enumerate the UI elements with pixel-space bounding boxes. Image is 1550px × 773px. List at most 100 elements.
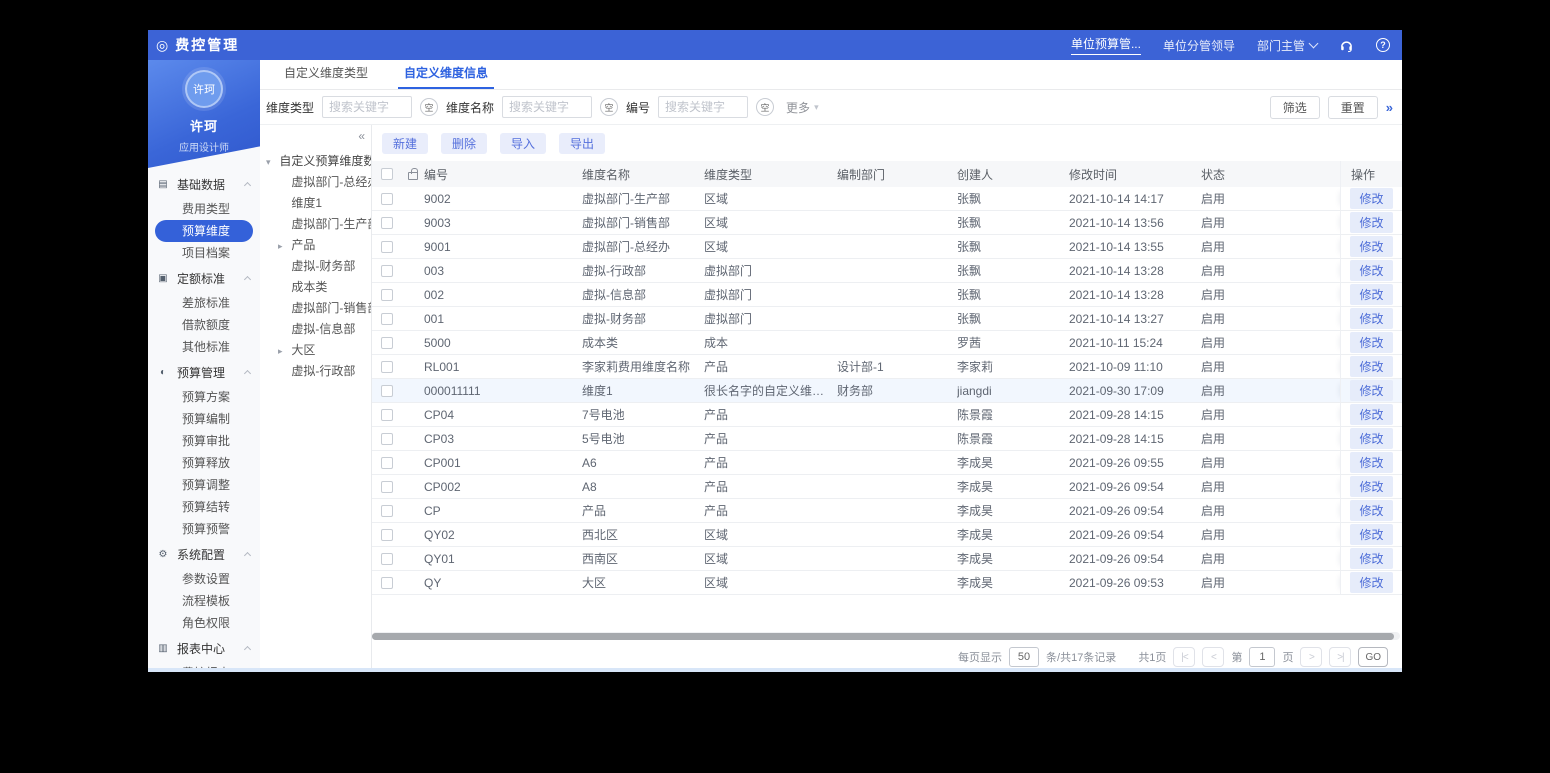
filter-input[interactable]: [322, 96, 412, 118]
sidebar-item[interactable]: 预算编制: [148, 408, 260, 430]
sidebar-group-header[interactable]: ◐ 预算管理: [148, 358, 260, 386]
table-row[interactable]: CP002 A8 产品 李成昊 2021-09-26 09:54 启用 修改: [372, 475, 1402, 499]
edit-button[interactable]: 修改: [1350, 452, 1392, 473]
edit-button[interactable]: 修改: [1350, 476, 1392, 497]
row-checkbox[interactable]: [381, 577, 393, 589]
table-row[interactable]: QY 大区 区域 李成昊 2021-09-26 09:53 启用 修改: [372, 571, 1402, 595]
toolbar-button[interactable]: 新建: [382, 133, 428, 154]
filter-input[interactable]: [658, 96, 748, 118]
tree-item[interactable]: 成本类: [260, 277, 371, 298]
tree-item[interactable]: 虚拟-财务部: [260, 256, 371, 277]
row-checkbox[interactable]: [381, 313, 393, 325]
row-checkbox[interactable]: [381, 553, 393, 565]
table-row[interactable]: CP04 7号电池 产品 陈景霞 2021-09-28 14:15 启用 修改: [372, 403, 1402, 427]
row-checkbox[interactable]: [381, 217, 393, 229]
toolbar-button[interactable]: 删除: [441, 133, 487, 154]
edit-button[interactable]: 修改: [1350, 428, 1392, 449]
filter-empty-button[interactable]: 空: [756, 98, 774, 116]
row-checkbox[interactable]: [381, 433, 393, 445]
last-page-button[interactable]: >|: [1329, 647, 1351, 667]
sidebar-group-header[interactable]: ▥ 报表中心: [148, 634, 260, 662]
topbar-role-link[interactable]: 部门主管: [1257, 35, 1317, 56]
sidebar-item[interactable]: 预算结转: [148, 496, 260, 518]
table-row[interactable]: 000011111 维度1 很长名字的自定义维度43 财务部 jiangdi 2…: [372, 379, 1402, 403]
tree-item[interactable]: ▸ 产品: [260, 235, 371, 256]
tree-item[interactable]: 虚拟部门-生产部: [260, 214, 371, 235]
edit-button[interactable]: 修改: [1350, 308, 1392, 329]
edit-button[interactable]: 修改: [1350, 188, 1392, 209]
topbar-role-link[interactable]: 单位分管领导: [1163, 35, 1235, 56]
sidebar-item[interactable]: 借款额度: [148, 314, 260, 336]
row-checkbox[interactable]: [381, 385, 393, 397]
table-row[interactable]: QY01 西南区 区域 李成昊 2021-09-26 09:54 启用 修改: [372, 547, 1402, 571]
table-row[interactable]: 9002 虚拟部门-生产部 区域 张飘 2021-10-14 14:17 启用 …: [372, 187, 1402, 211]
tab[interactable]: 自定义维度类型: [278, 64, 374, 89]
table-row[interactable]: 001 虚拟-财务部 虚拟部门 张飘 2021-10-14 13:27 启用 修…: [372, 307, 1402, 331]
tree-item[interactable]: ▾ 自定义预算维度数据: [260, 151, 371, 172]
tree-item[interactable]: 虚拟-信息部: [260, 319, 371, 340]
expand-filters-icon[interactable]: »: [1386, 100, 1392, 115]
sidebar-group-header[interactable]: ▣ 定额标准: [148, 264, 260, 292]
edit-button[interactable]: 修改: [1350, 572, 1392, 593]
sidebar-item[interactable]: 其他标准: [148, 336, 260, 358]
row-checkbox[interactable]: [381, 337, 393, 349]
reset-button[interactable]: 重置: [1328, 96, 1378, 119]
tab[interactable]: 自定义维度信息: [398, 64, 494, 89]
row-checkbox[interactable]: [381, 481, 393, 493]
edit-button[interactable]: 修改: [1350, 524, 1392, 545]
filter-button[interactable]: 筛选: [1270, 96, 1320, 119]
collapse-tree-icon[interactable]: «: [358, 129, 365, 143]
sidebar-item[interactable]: 预算方案: [148, 386, 260, 408]
sidebar-item[interactable]: 角色权限: [148, 612, 260, 634]
edit-button[interactable]: 修改: [1350, 404, 1392, 425]
sidebar-item[interactable]: 预算审批: [148, 430, 260, 452]
select-all-checkbox[interactable]: [381, 168, 393, 180]
table-row[interactable]: 003 虚拟-行政部 虚拟部门 张飘 2021-10-14 13:28 启用 修…: [372, 259, 1402, 283]
filter-input[interactable]: [502, 96, 592, 118]
edit-button[interactable]: 修改: [1350, 332, 1392, 353]
topbar-role-link[interactable]: 单位预算管...: [1071, 33, 1141, 57]
edit-button[interactable]: 修改: [1350, 548, 1392, 569]
edit-button[interactable]: 修改: [1350, 284, 1392, 305]
table-row[interactable]: CP 产品 产品 李成昊 2021-09-26 09:54 启用 修改: [372, 499, 1402, 523]
tree-item[interactable]: 虚拟部门-销售部: [260, 298, 371, 319]
table-row[interactable]: CP03 5号电池 产品 陈景霞 2021-09-28 14:15 启用 修改: [372, 427, 1402, 451]
per-page-value[interactable]: 50: [1009, 647, 1039, 667]
sidebar-item[interactable]: 费用类型: [148, 198, 260, 220]
table-row[interactable]: 002 虚拟-信息部 虚拟部门 张飘 2021-10-14 13:28 启用 修…: [372, 283, 1402, 307]
table-row[interactable]: CP001 A6 产品 李成昊 2021-09-26 09:55 启用 修改: [372, 451, 1402, 475]
tree-item[interactable]: 维度1: [260, 193, 371, 214]
row-checkbox[interactable]: [381, 361, 393, 373]
avatar[interactable]: 许珂: [185, 70, 223, 108]
table-row[interactable]: 9001 虚拟部门-总经办 区域 张飘 2021-10-14 13:55 启用 …: [372, 235, 1402, 259]
edit-button[interactable]: 修改: [1350, 500, 1392, 521]
sidebar-item[interactable]: 预算调整: [148, 474, 260, 496]
toolbar-button[interactable]: 导入: [500, 133, 546, 154]
sidebar-item[interactable]: 预算预警: [148, 518, 260, 540]
sidebar-item[interactable]: 差旅标准: [148, 292, 260, 314]
edit-button[interactable]: 修改: [1350, 356, 1392, 377]
row-checkbox[interactable]: [381, 457, 393, 469]
edit-button[interactable]: 修改: [1350, 236, 1392, 257]
filter-empty-button[interactable]: 空: [600, 98, 618, 116]
headset-icon[interactable]: [1339, 38, 1354, 53]
row-checkbox[interactable]: [381, 529, 393, 541]
sidebar-item[interactable]: 参数设置: [148, 568, 260, 590]
table-row[interactable]: 5000 成本类 成本 罗茜 2021-10-11 15:24 启用 修改: [372, 331, 1402, 355]
filter-empty-button[interactable]: 空: [420, 98, 438, 116]
edit-button[interactable]: 修改: [1350, 380, 1392, 401]
row-checkbox[interactable]: [381, 505, 393, 517]
page-input[interactable]: 1: [1249, 647, 1275, 667]
sidebar-item[interactable]: 项目档案: [148, 242, 260, 264]
row-checkbox[interactable]: [381, 289, 393, 301]
sidebar-item[interactable]: 预算释放: [148, 452, 260, 474]
row-checkbox[interactable]: [381, 409, 393, 421]
sidebar-item[interactable]: 预算维度: [155, 220, 253, 242]
scrollbar-thumb[interactable]: [372, 633, 1394, 640]
table-row[interactable]: 9003 虚拟部门-销售部 区域 张飘 2021-10-14 13:56 启用 …: [372, 211, 1402, 235]
sidebar-item[interactable]: 流程模板: [148, 590, 260, 612]
table-row[interactable]: RL001 李家莉费用维度名称 产品 设计部-1 李家莉 2021-10-09 …: [372, 355, 1402, 379]
sidebar-group-header[interactable]: ▤ 基础数据: [148, 170, 260, 198]
tree-item[interactable]: 虚拟-行政部: [260, 361, 371, 382]
edit-button[interactable]: 修改: [1350, 212, 1392, 233]
